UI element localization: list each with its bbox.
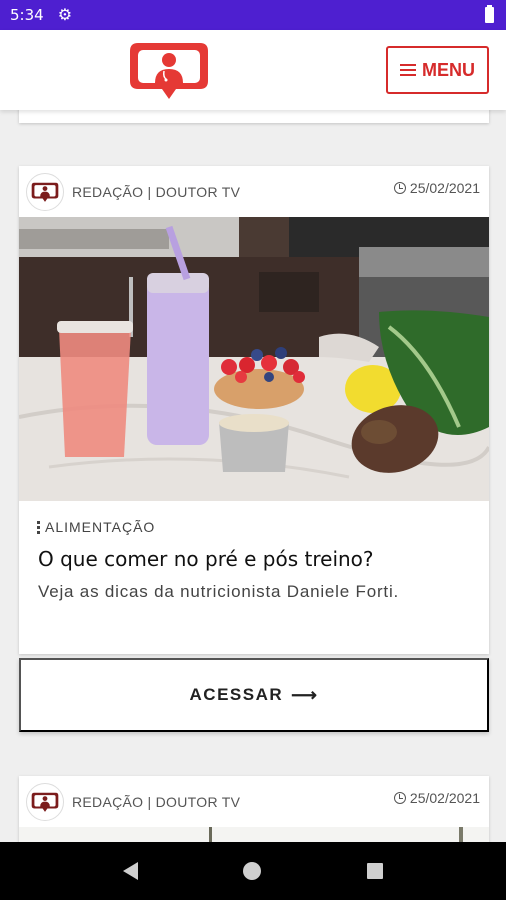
status-time: 5:34 [10,6,44,24]
article-category-label: ALIMENTAÇÃO [45,519,156,535]
article-date-text: 25/02/2021 [409,790,480,806]
battery-icon [485,5,494,23]
doutor-tv-logo[interactable] [128,39,210,101]
access-button-label: ACESSAR [189,685,284,704]
clock-icon [393,792,406,804]
article-date-text: 25/02/2021 [409,180,480,196]
hamburger-icon [400,63,416,77]
category-dots-icon [37,520,40,534]
article-card[interactable]: REDAÇÃO | DOUTOR TV 25/02/2021 [19,166,489,654]
author-avatar [26,173,64,211]
article-author: REDAÇÃO | DOUTOR TV [72,184,241,200]
status-bar: 5:34 ⚙ [0,0,506,30]
menu-button-label: MENU [422,59,475,80]
access-article-button[interactable]: ACESSAR ⟶ [19,658,489,732]
article-card[interactable]: REDAÇÃO | DOUTOR TV 25/02/2021 [19,776,489,846]
article-date: 25/02/2021 [393,180,480,196]
settings-gear-icon: ⚙ [57,7,73,24]
author-avatar [26,783,64,821]
doutor-tv-logo-icon [31,792,59,812]
menu-button[interactable]: MENU [386,46,489,94]
app-header: MENU [0,30,506,110]
article-card-header: REDAÇÃO | DOUTOR TV 25/02/2021 [19,166,489,217]
article-title[interactable]: O que comer no pré e pós treino? [38,547,374,571]
article-card-header: REDAÇÃO | DOUTOR TV 25/02/2021 [19,776,489,827]
clock-icon [393,182,406,194]
back-icon[interactable] [122,862,138,880]
doutor-tv-logo-icon [31,182,59,202]
article-hero-image[interactable] [19,217,489,501]
article-category[interactable]: ALIMENTAÇÃO [37,519,155,535]
home-icon[interactable] [243,862,262,880]
article-description: Veja as dicas da nutricionista Daniele F… [38,582,400,601]
system-navigation-bar [0,842,506,900]
article-author: REDAÇÃO | DOUTOR TV [72,794,241,810]
article-date: 25/02/2021 [393,790,480,806]
recent-apps-icon[interactable] [367,863,384,879]
arrow-right-icon: ⟶ [291,684,319,705]
